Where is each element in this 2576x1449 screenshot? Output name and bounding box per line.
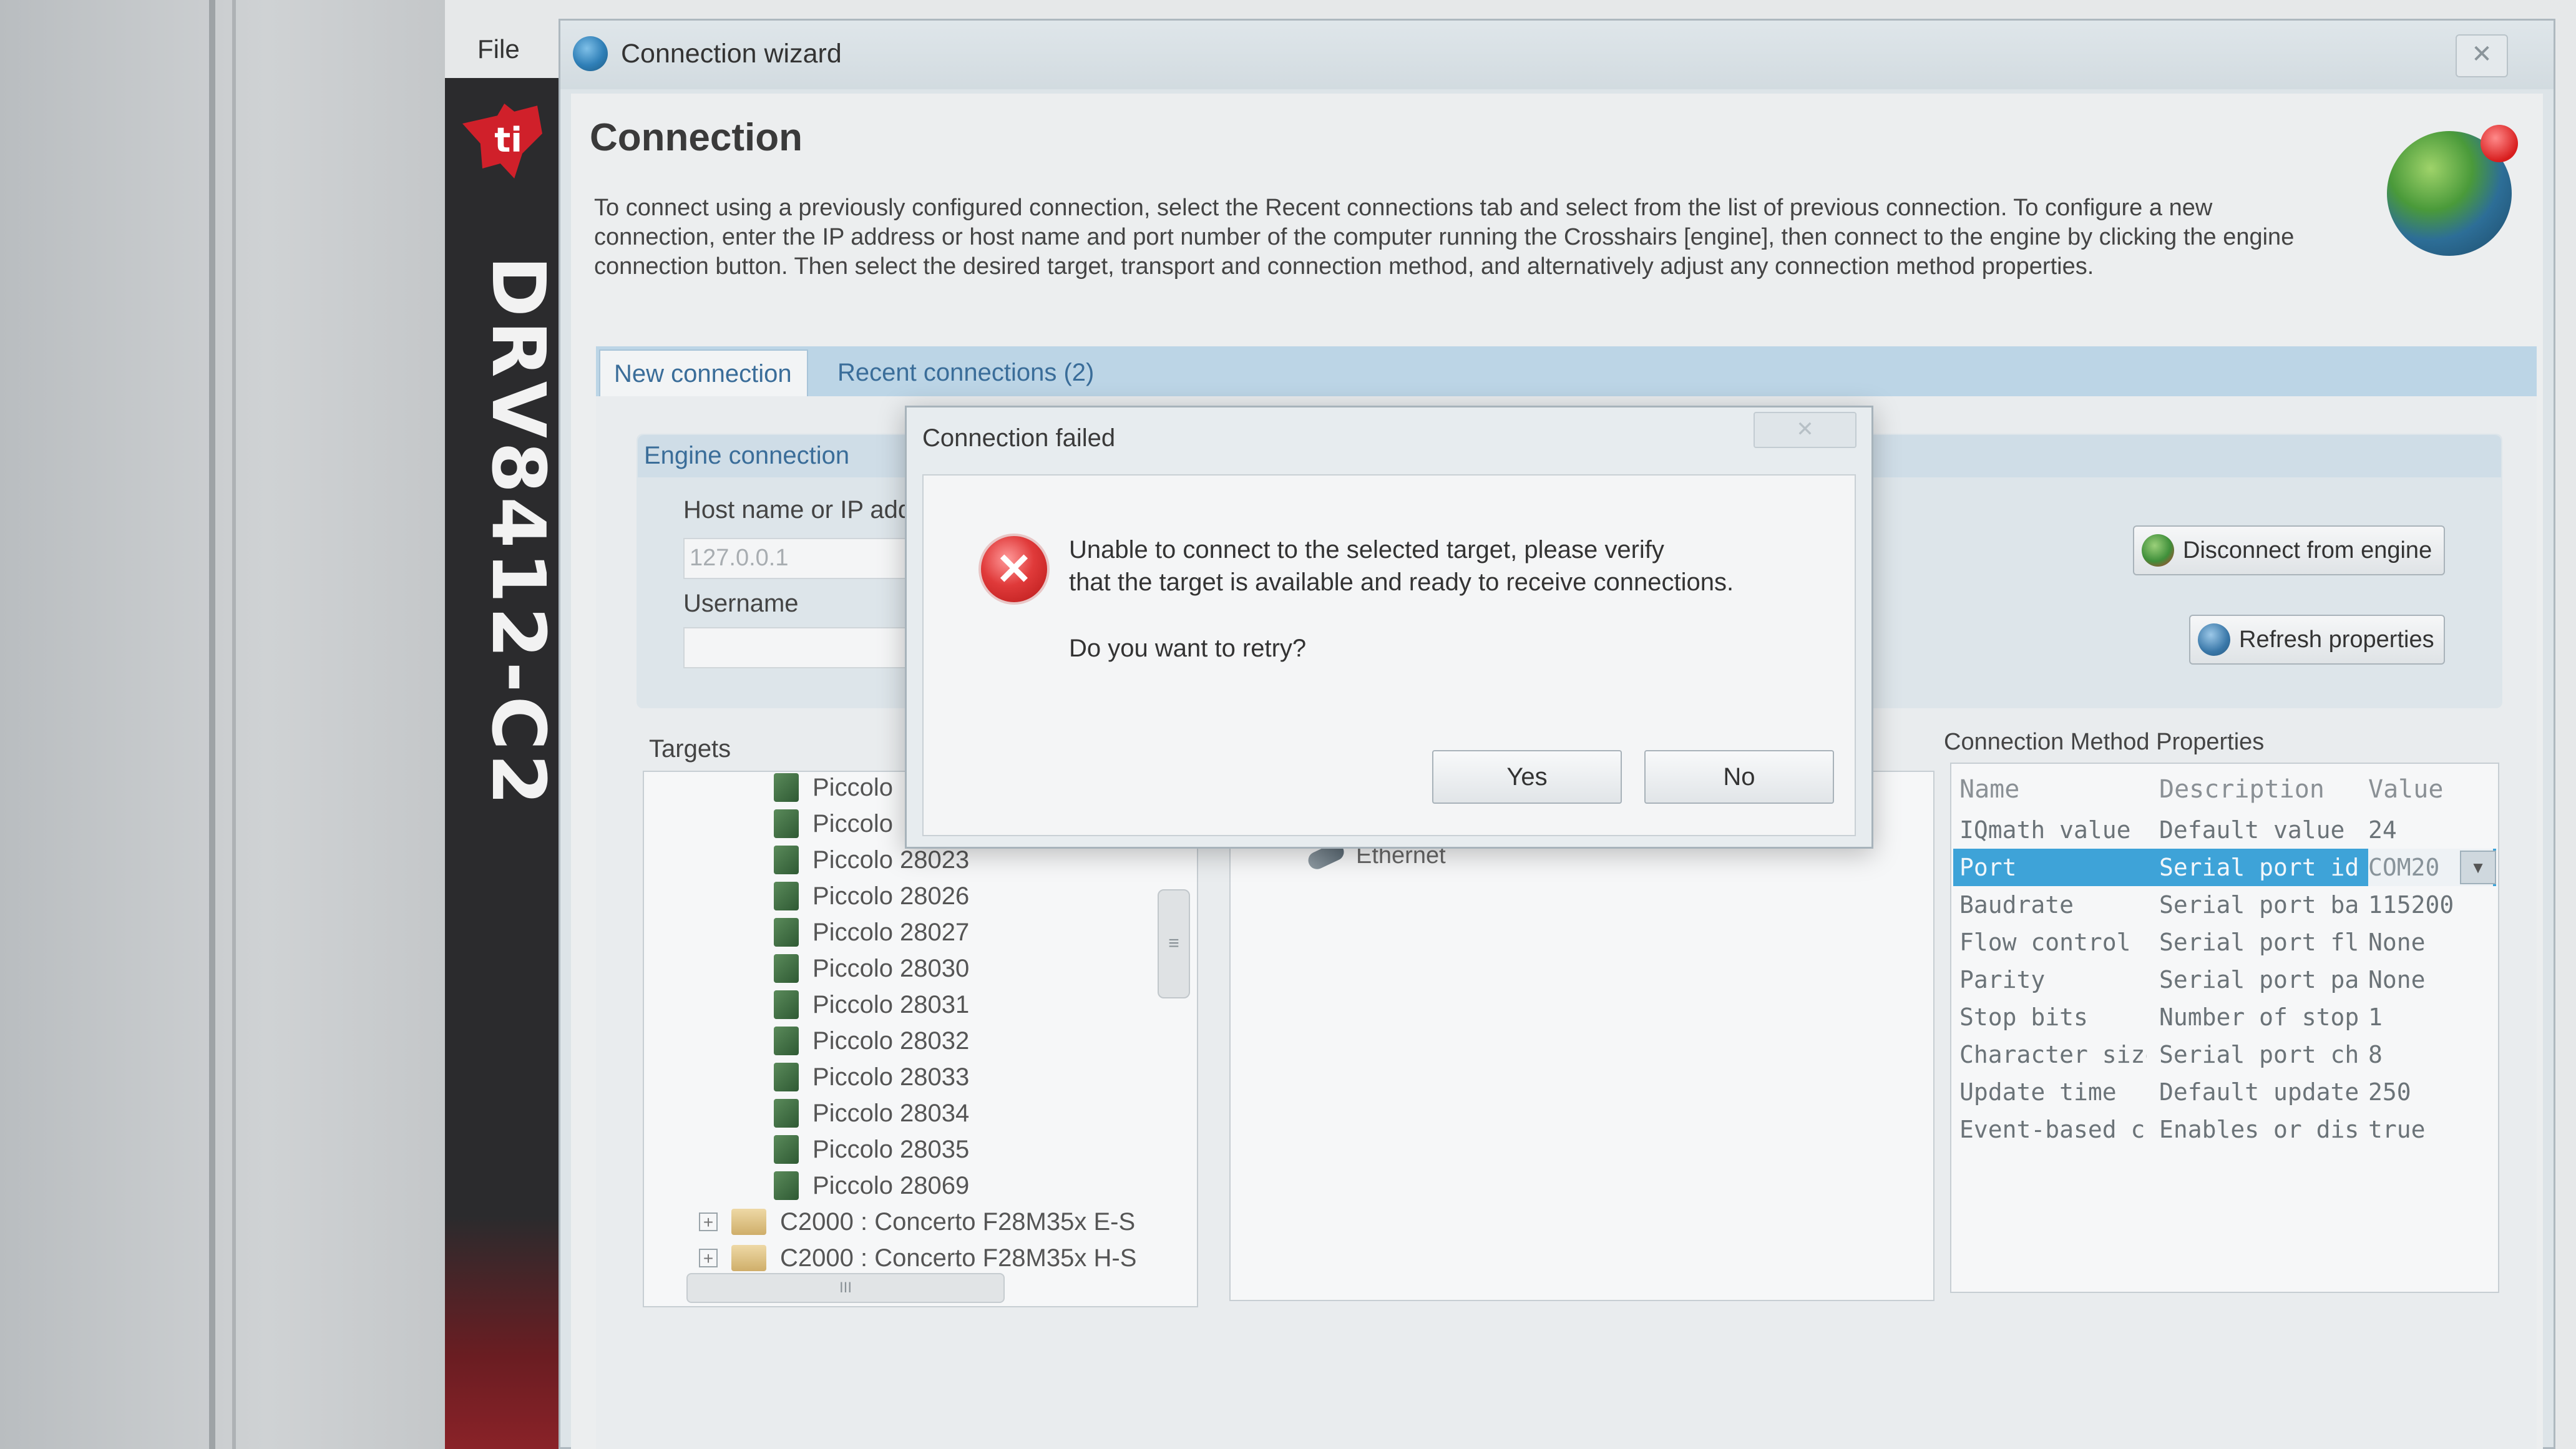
folder-icon — [731, 1245, 766, 1271]
refresh-properties-button[interactable]: Refresh properties — [2189, 615, 2445, 665]
column-name[interactable]: Name — [1959, 771, 2147, 808]
close-icon: ✕ — [1796, 417, 1814, 441]
property-row[interactable]: Event-based c Enables or disa true — [1953, 1111, 2496, 1148]
host-label: Host name or IP add — [683, 496, 912, 524]
refresh-icon — [2198, 623, 2230, 656]
dialog-close-button[interactable]: ✕ — [1754, 412, 1856, 448]
property-row[interactable]: Character sizeSerial port char8 — [1953, 1036, 2496, 1073]
property-row[interactable]: ParitySerial port pariNone — [1953, 961, 2496, 998]
disconnect-engine-button[interactable]: Disconnect from engine — [2133, 525, 2445, 575]
scroll-grip-icon: ≡ — [1168, 933, 1179, 954]
chip-icon — [774, 1099, 799, 1128]
status-dot-icon — [2481, 125, 2518, 162]
tab-recent-connections[interactable]: Recent connections (2) — [824, 349, 1117, 396]
desktop-divider-secondary — [232, 0, 236, 1449]
dialog-message-line2: that the target is available and ready t… — [1069, 568, 1734, 596]
targets-horizontal-scrollbar[interactable]: III — [686, 1273, 1005, 1303]
property-row[interactable]: Stop bits Number of stop 1 — [1953, 998, 2496, 1036]
tab-new-connection[interactable]: New connection — [599, 349, 808, 396]
refresh-label: Refresh properties — [2239, 626, 2434, 653]
error-icon: ✕ — [978, 534, 1050, 605]
side-banner-accent — [445, 1217, 565, 1449]
dialog-question: Do you want to retry? — [1069, 635, 1307, 662]
wizard-close-button[interactable]: ✕ — [2456, 34, 2508, 77]
chip-icon — [774, 882, 799, 910]
chip-icon — [774, 990, 799, 1019]
target-folder[interactable]: + C2000 : Concerto F28M35x E-S — [699, 1204, 1135, 1240]
hscroll-grip-icon: III — [839, 1279, 852, 1296]
chip-icon — [774, 846, 799, 874]
yes-button[interactable]: Yes — [1432, 750, 1622, 804]
chip-icon — [774, 1027, 799, 1055]
desktop-divider — [209, 0, 215, 1449]
expand-icon[interactable]: + — [699, 1212, 718, 1231]
target-item[interactable]: Piccolo 28027 — [774, 914, 969, 950]
property-row[interactable]: Update time Default update 250 — [1953, 1073, 2496, 1111]
engine-connection-title: Engine connection — [644, 442, 850, 469]
page-title: Connection — [590, 116, 803, 159]
no-button[interactable]: No — [1644, 750, 1834, 804]
svg-text:ti: ti — [494, 120, 522, 160]
chip-icon — [774, 954, 799, 983]
target-item[interactable]: Piccolo 28031 — [774, 987, 969, 1023]
expand-icon[interactable]: + — [699, 1249, 718, 1267]
targets-vertical-scrollbar[interactable]: ≡ — [1158, 889, 1190, 998]
folder-icon — [731, 1209, 766, 1235]
dialog-message-line1: Unable to connect to the selected target… — [1069, 536, 1664, 564]
target-item[interactable]: Piccolo 28032 — [774, 1023, 969, 1059]
targets-label: Targets — [649, 735, 731, 763]
ti-logo-icon: ti — [462, 104, 542, 178]
target-item[interactable]: Piccolo — [774, 806, 893, 842]
host-input[interactable]: 127.0.0.1 — [683, 538, 908, 579]
target-item[interactable]: Piccolo 28035 — [774, 1131, 969, 1168]
column-description[interactable]: Description — [2159, 771, 2359, 808]
properties-label: Connection Method Properties — [1944, 729, 2265, 755]
desktop-background — [0, 0, 445, 1449]
disconnect-label: Disconnect from engine — [2183, 537, 2432, 564]
target-item[interactable]: Piccolo 28026 — [774, 878, 969, 914]
property-row[interactable]: Flow controlSerial port flowNone — [1953, 924, 2496, 961]
target-item[interactable]: Piccolo 28069 — [774, 1168, 969, 1204]
target-item[interactable]: Piccolo 28030 — [774, 950, 969, 987]
username-input[interactable] — [683, 627, 908, 668]
target-item[interactable]: Piccolo — [774, 769, 893, 806]
wizard-titlebar — [560, 21, 2554, 89]
close-icon: ✕ — [2471, 41, 2492, 68]
target-item[interactable]: Piccolo 28033 — [774, 1059, 969, 1095]
chip-icon — [774, 1135, 799, 1164]
disconnect-icon — [2142, 534, 2174, 567]
product-name: DRV8412-C2 — [476, 256, 562, 809]
chip-icon — [774, 773, 799, 802]
property-row-selected[interactable]: PortSerial port idenCOM20 — [1953, 849, 2496, 886]
globe-title-icon — [573, 36, 608, 71]
page-description: To connect using a previously configured… — [594, 195, 2295, 280]
column-value[interactable]: Value — [2368, 771, 2493, 808]
username-label: Username — [683, 590, 799, 617]
dialog-title: Connection failed — [922, 424, 1116, 452]
target-folder[interactable]: + C2000 : Concerto F28M35x H-S — [699, 1240, 1136, 1276]
port-dropdown-button[interactable]: ▼ — [2460, 851, 2496, 884]
property-row[interactable]: Baudrate Serial port bau 115200 — [1953, 886, 2496, 924]
wizard-title: Connection wizard — [621, 39, 842, 69]
menu-file[interactable]: File — [477, 34, 520, 64]
chip-icon — [774, 918, 799, 947]
dialog-message: Unable to connect to the selected target… — [1069, 534, 1818, 598]
properties-header: Name Description Value — [1953, 771, 2496, 808]
chip-icon — [774, 1171, 799, 1200]
chip-icon — [774, 809, 799, 838]
chip-icon — [774, 1063, 799, 1091]
property-row[interactable]: IQmath value Default value f 24 — [1953, 811, 2496, 849]
target-item[interactable]: Piccolo 28034 — [774, 1095, 969, 1131]
chevron-down-icon: ▼ — [2470, 858, 2486, 877]
